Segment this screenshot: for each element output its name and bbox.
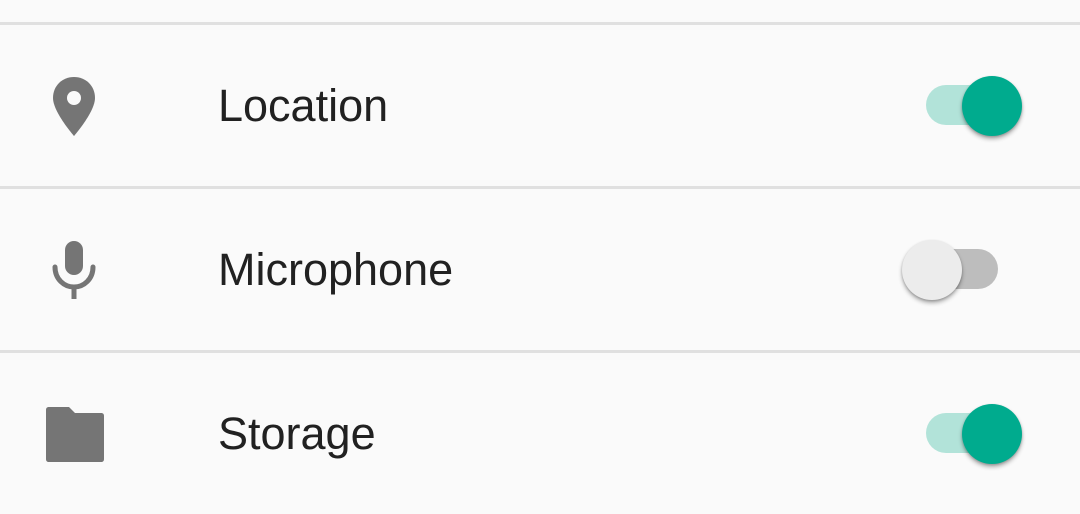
permission-label-location: Location (218, 80, 389, 131)
permission-row-microphone[interactable]: Microphone (0, 189, 1080, 350)
storage-toggle[interactable] (896, 403, 1032, 465)
permission-label-microphone: Microphone (218, 244, 454, 295)
toggle-thumb (962, 404, 1022, 464)
folder-icon (38, 397, 110, 469)
microphone-toggle[interactable] (896, 239, 1032, 301)
toggle-thumb (962, 76, 1022, 136)
permission-row-location[interactable]: Location (0, 25, 1080, 186)
location-toggle[interactable] (896, 75, 1032, 137)
location-pin-icon (38, 69, 110, 141)
permission-label-storage: Storage (218, 408, 376, 459)
toggle-thumb (902, 240, 962, 300)
microphone-icon (38, 233, 110, 305)
permission-row-storage[interactable]: Storage (0, 353, 1080, 514)
